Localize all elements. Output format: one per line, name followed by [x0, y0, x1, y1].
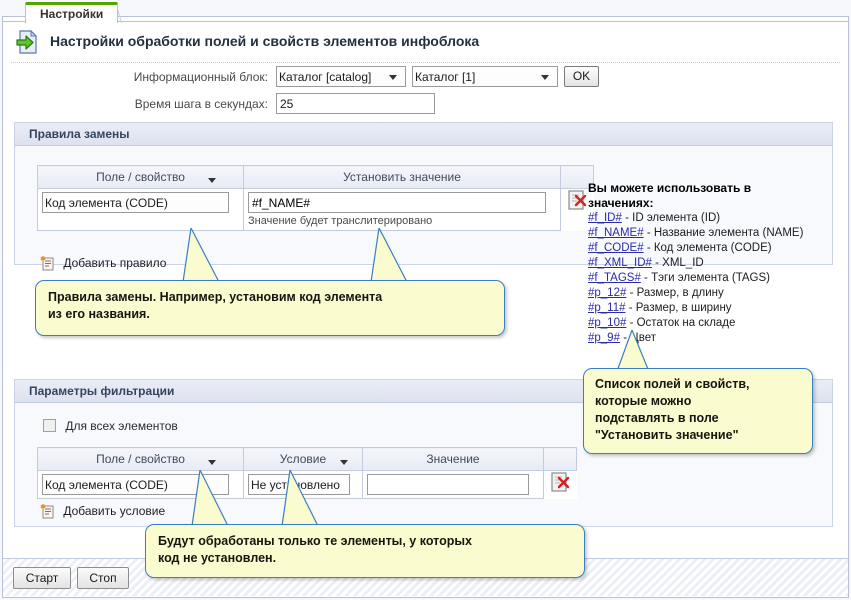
- col-field: Поле / свойство: [37, 447, 244, 471]
- help-code-desc: - Остаток на складе: [629, 317, 736, 329]
- help-item: #f_CODE# - Код элемента (CODE): [588, 241, 846, 256]
- delete-document-icon[interactable]: [567, 189, 588, 214]
- replace-field-select[interactable]: Код элемента (CODE): [42, 192, 229, 213]
- replace-section-title: Правила замены: [29, 127, 130, 141]
- callout-help-line4: "Установить значение": [595, 428, 739, 442]
- replace-section-header: Правила замены: [14, 122, 833, 146]
- callout-help-line3: подставлять в поле: [595, 411, 719, 425]
- col-value: Значение: [362, 447, 544, 471]
- callout-filter-line2: код не установлен.: [158, 551, 277, 565]
- stop-button[interactable]: Стоп: [77, 567, 129, 589]
- step-time-label: Время шага в секундах:: [134, 97, 268, 111]
- cell-set-value: Значение будет транслитерировано: [243, 188, 561, 231]
- help-item: #f_NAME# - Название элемента (NAME): [588, 226, 846, 241]
- all-elements-label: Для всех элементов: [65, 419, 178, 433]
- help-code-desc: - Размер, в длину: [629, 287, 724, 299]
- help-code-link[interactable]: #f_TAGS#: [588, 272, 641, 284]
- help-code-desc: - Тэги элемента (TAGS): [644, 272, 770, 284]
- transliteration-hint: Значение будет транслитерировано: [248, 215, 433, 227]
- infoblock-select[interactable]: Каталог [1]: [412, 66, 558, 87]
- col-actions: [543, 447, 577, 471]
- col-condition: Условие: [243, 447, 363, 471]
- help-code-desc: - ID элемента (ID): [625, 212, 721, 224]
- help-code-desc: - XML_ID: [655, 257, 704, 269]
- help-item: #f_XML_ID# - XML_ID: [588, 256, 846, 271]
- callout-help-line2: которые можно: [595, 394, 692, 408]
- add-rule-icon: [40, 255, 55, 274]
- document-import-icon: [14, 28, 42, 56]
- all-elements-checkbox[interactable]: [43, 419, 56, 432]
- callout-filter-line1: Будут обработаны только те элементы, у к…: [158, 534, 473, 548]
- help-code-link[interactable]: #f_NAME#: [588, 227, 644, 239]
- callout-replace-rules: Правила замены. Например, установим код …: [35, 280, 505, 336]
- cell-delete: [544, 471, 577, 499]
- callout-replace-line1: Правила замены. Например, установим код …: [48, 290, 383, 304]
- filter-section-title: Параметры фильтрации: [29, 384, 175, 398]
- table-header-row: Поле / свойство Установить значение: [37, 165, 594, 189]
- callout-filter-pointers: [191, 470, 319, 527]
- help-code-link[interactable]: #f_XML_ID#: [588, 257, 652, 269]
- replace-rules-table: Поле / свойство Установить значение Код …: [37, 165, 594, 231]
- help-code-desc: - Код элемента (CODE): [646, 242, 772, 254]
- page-title: Настройки обработки полей и свойств элем…: [50, 33, 480, 49]
- help-code-desc: - Название элемента (NAME): [646, 227, 804, 239]
- help-code-link[interactable]: #f_CODE#: [588, 242, 644, 254]
- col-set-value: Установить значение: [243, 165, 561, 189]
- help-item: #f_ID# - ID элемента (ID): [588, 211, 846, 226]
- callout-replace-pointers: [182, 228, 408, 283]
- callout-help-panel: Список полей и свойств, которые можно по…: [583, 368, 813, 454]
- add-rule-link[interactable]: Добавить правило: [40, 255, 166, 274]
- cell-field: Код элемента (CODE): [37, 177, 244, 231]
- app-window: Настройки Настройки обработки полей и св…: [0, 0, 851, 600]
- callout-filter: Будут обработаны только те элементы, у к…: [145, 524, 585, 578]
- help-code-desc: - Размер, в ширину: [628, 302, 732, 314]
- add-rule-label: Добавить правило: [63, 256, 167, 270]
- tab-settings-label: Настройки: [40, 7, 104, 21]
- help-item: #p_12# - Размер, в длину: [588, 286, 846, 301]
- add-condition-icon: [40, 503, 55, 522]
- help-code-link[interactable]: #p_10#: [588, 317, 626, 329]
- help-code-link[interactable]: #f_ID#: [588, 212, 622, 224]
- infoblock-label: Информационный блок:: [133, 70, 268, 84]
- help-item: #f_TAGS# - Тэги элемента (TAGS): [588, 271, 846, 286]
- delete-document-icon[interactable]: [550, 471, 571, 496]
- start-button[interactable]: Старт: [13, 567, 71, 589]
- help-item: #p_11# - Размер, в ширину: [588, 301, 846, 316]
- add-condition-link[interactable]: Добавить условие: [40, 503, 165, 522]
- help-code-link[interactable]: #p_12#: [588, 287, 626, 299]
- tab-settings[interactable]: Настройки: [25, 2, 119, 23]
- step-time-input[interactable]: [276, 93, 435, 114]
- tab-underline: [2, 21, 849, 22]
- top-form: Информационный блок: Каталог [catalog] К…: [3, 63, 848, 117]
- table-row: Код элемента (CODE) Значение будет транс…: [37, 177, 594, 231]
- ok-button[interactable]: OK: [564, 66, 599, 87]
- table-header-row: Поле / свойство Условие Значение: [37, 447, 577, 471]
- page-header: Настройки обработки полей и свойств элем…: [3, 17, 848, 62]
- replace-value-input[interactable]: [248, 192, 546, 213]
- help-panel: Вы можете использовать в значениях: #f_I…: [588, 181, 846, 346]
- help-title-line2: значениях:: [588, 196, 654, 210]
- callout-help-line1: Список полей и свойств,: [595, 377, 750, 391]
- help-item: #p_10# - Остаток на складе: [588, 316, 846, 331]
- help-code-link[interactable]: #p_11#: [588, 302, 626, 314]
- infoblock-type-select[interactable]: Каталог [catalog]: [276, 66, 406, 87]
- callout-replace-line2: из его названия.: [48, 307, 150, 321]
- col-field: Поле / свойство: [37, 165, 244, 189]
- add-condition-label: Добавить условие: [63, 504, 166, 518]
- help-title-line1: Вы можете использовать в: [588, 181, 752, 195]
- all-elements-checkbox-row[interactable]: Для всех элементов: [43, 419, 178, 433]
